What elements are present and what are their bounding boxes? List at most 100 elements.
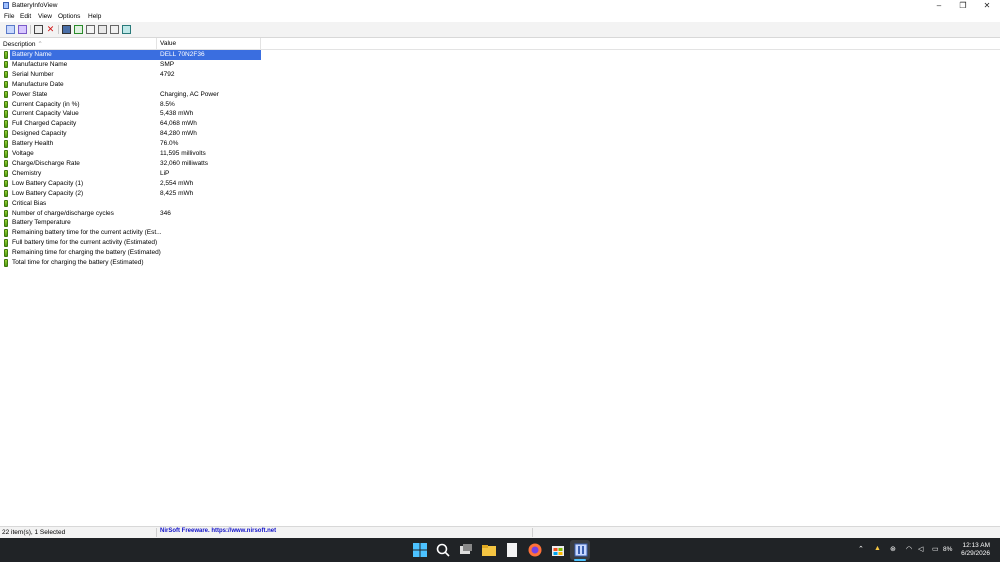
battery-list-icon[interactable]: [18, 25, 27, 34]
battery-icon: [4, 179, 8, 188]
list-item[interactable]: Full battery time for the current activi…: [0, 238, 1000, 248]
item-value: 84,280 mWh: [160, 130, 197, 138]
exit-icon[interactable]: [122, 25, 131, 34]
battery-icon: [4, 189, 8, 198]
list-item[interactable]: Current Capacity Value 5,438 mWh: [0, 109, 1000, 119]
volume-icon[interactable]: ◁: [918, 545, 923, 553]
list-item[interactable]: Voltage 11,595 millivolts: [0, 149, 1000, 159]
properties-icon[interactable]: [6, 25, 15, 34]
list-item[interactable]: Full Charged Capacity 64,068 mWh: [0, 119, 1000, 129]
find-icon[interactable]: [110, 25, 119, 34]
list-item[interactable]: Battery Health 76.0%: [0, 139, 1000, 149]
battery-icon: [4, 159, 8, 168]
list-item[interactable]: Total time for charging the battery (Est…: [0, 258, 1000, 268]
list-item[interactable]: Manufacture Name SMP: [0, 60, 1000, 70]
list-item[interactable]: Power State Charging, AC Power: [0, 90, 1000, 100]
menu-view[interactable]: View: [38, 13, 52, 20]
item-description: Power State: [12, 90, 48, 98]
battery-icon: [4, 209, 8, 217]
list-item[interactable]: Current Capacity (in %) 8.5%: [0, 100, 1000, 110]
html-report-icon[interactable]: [98, 25, 107, 34]
battery-icon: [4, 100, 8, 109]
search-icon[interactable]: [435, 542, 451, 558]
item-description: Low Battery Capacity (1): [12, 179, 84, 187]
delete-icon[interactable]: ✕: [46, 25, 55, 34]
battery-icon: [4, 239, 8, 247]
close-button[interactable]: ✕: [976, 0, 998, 12]
item-value: 4792: [160, 70, 175, 78]
list-item[interactable]: Low Battery Capacity (2) 8,425 mWh: [0, 189, 1000, 199]
window-icon[interactable]: [34, 25, 43, 34]
menu-edit[interactable]: Edit: [20, 13, 31, 20]
list-item[interactable]: Serial Number 4792: [0, 70, 1000, 80]
list-item[interactable]: Critical Bias: [0, 199, 1000, 209]
battery-icon: [4, 150, 8, 158]
item-description: Manufacture Name: [12, 60, 68, 68]
item-description: Full battery time for the current activi…: [12, 239, 158, 247]
battery-icon: [4, 259, 8, 267]
item-description: Battery Temperature: [12, 219, 71, 227]
task-view-icon[interactable]: [458, 542, 474, 558]
refresh-icon[interactable]: [74, 25, 83, 34]
item-value: LiP: [160, 169, 170, 177]
item-description: Remaining battery time for the current a…: [12, 229, 162, 237]
file-explorer-icon[interactable]: [481, 542, 497, 558]
start-icon[interactable]: [412, 542, 428, 558]
item-description: Current Capacity (in %): [12, 100, 80, 108]
list-item[interactable]: Low Battery Capacity (1) 2,554 mWh: [0, 179, 1000, 189]
menu-options[interactable]: Options: [58, 13, 80, 20]
item-value: 11,595 millivolts: [160, 150, 206, 158]
item-value: 8.5%: [160, 100, 175, 108]
copy-icon[interactable]: [86, 25, 95, 34]
item-description: Full Charged Capacity: [12, 120, 77, 128]
list-item[interactable]: Charge/Discharge Rate 32,060 milliwatts: [0, 159, 1000, 169]
battery-info-list: Battery Name DELL 70N2F36 Manufacture Name…: [0, 50, 1000, 268]
battery-icon: [4, 229, 8, 237]
list-item[interactable]: Chemistry LiP: [0, 169, 1000, 179]
item-value: 32,060 milliwatts: [160, 159, 209, 167]
list-item[interactable]: Number of charge/discharge cycles 346: [0, 209, 1000, 219]
batteryinfoview-taskbar-icon[interactable]: [573, 542, 589, 558]
item-description: Remaining time for charging the battery …: [12, 249, 161, 257]
item-value: 2,554 mWh: [160, 179, 194, 187]
store-icon[interactable]: [550, 542, 566, 558]
battery-icon: [4, 140, 8, 148]
window-title: BatteryInfoView: [12, 2, 58, 9]
menu-file[interactable]: File: [4, 13, 14, 20]
list-item[interactable]: Battery Temperature: [0, 218, 1000, 228]
item-value: SMP: [160, 60, 175, 68]
item-description: Number of charge/discharge cycles: [12, 209, 114, 217]
menu-help[interactable]: Help: [88, 13, 101, 20]
save-icon[interactable]: [62, 25, 71, 34]
restore-button[interactable]: ❐: [952, 0, 974, 12]
battery-icon: [4, 169, 8, 178]
list-item[interactable]: Remaining time for charging the battery …: [0, 248, 1000, 258]
item-count: 22 item(s), 1 Selected: [2, 529, 66, 536]
network-status-icon[interactable]: ⊛: [890, 545, 896, 553]
clock-date: 6/29/2026: [961, 550, 990, 557]
item-value: Charging, AC Power: [160, 90, 219, 98]
chevron-up-icon[interactable]: ⌃: [858, 545, 864, 553]
battery-percent: 8%: [943, 546, 953, 553]
column-description[interactable]: Description ⌃: [3, 40, 43, 48]
list-item[interactable]: Manufacture Date: [0, 80, 1000, 90]
battery-icon: [4, 90, 8, 99]
item-description: Battery Name: [12, 51, 52, 58]
minimize-button[interactable]: –: [928, 0, 950, 12]
wifi-icon[interactable]: ◠: [906, 545, 912, 553]
notepad-icon[interactable]: [504, 542, 520, 558]
column-value[interactable]: Value: [160, 40, 176, 47]
battery-icon: [4, 130, 8, 138]
list-item[interactable]: Remaining battery time for the current a…: [0, 228, 1000, 238]
item-description: Serial Number: [12, 70, 54, 78]
onedrive-icon[interactable]: ▲: [874, 545, 881, 552]
list-item[interactable]: Designed Capacity 84,280 mWh: [0, 129, 1000, 139]
list-item[interactable]: Battery Name DELL 70N2F36: [0, 50, 1000, 60]
firefox-icon[interactable]: [527, 542, 543, 558]
battery-tray-icon[interactable]: ▭: [932, 545, 939, 553]
clock[interactable]: 12:13 AM 6/29/2026: [961, 542, 990, 558]
item-description: Current Capacity Value: [12, 110, 79, 118]
nirsoft-link[interactable]: NirSoft Freeware. https://www.nirsoft.ne…: [160, 528, 276, 534]
item-description: Battery Health: [12, 140, 54, 148]
item-value: 5,438 mWh: [160, 110, 194, 118]
